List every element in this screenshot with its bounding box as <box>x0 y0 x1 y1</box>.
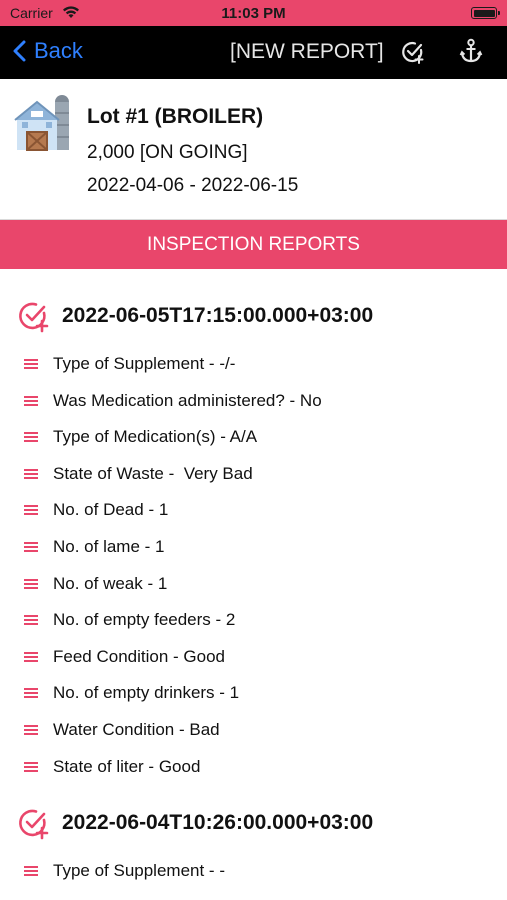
check-plus-icon <box>19 809 49 840</box>
list-icon <box>24 430 38 444</box>
section-title: INSPECTION REPORTS <box>147 233 360 255</box>
section-header: INSPECTION REPORTS <box>0 220 507 269</box>
list-icon <box>24 467 38 481</box>
check-plus-icon[interactable] <box>400 39 426 70</box>
list-item-label: Type of Supplement - -/- <box>53 354 236 373</box>
list-icon <box>24 650 38 664</box>
check-plus-icon <box>19 302 49 333</box>
clock: 11:03 PM <box>221 5 286 22</box>
list-icon <box>24 613 38 627</box>
list-icon <box>24 686 38 700</box>
list-icon <box>24 503 38 517</box>
report-header[interactable]: 2022-06-04T10:26:00.000+03:00 <box>16 806 373 840</box>
list-item-label: Was Medication administered? - No <box>53 391 322 410</box>
list-item-label: State of Waste - Very Bad <box>53 464 253 483</box>
list-item-label: No. of weak - 1 <box>53 574 168 593</box>
list-item-label: Water Condition - Bad <box>53 720 220 739</box>
list-item-label: No. of empty feeders - 2 <box>53 610 236 629</box>
list-item-label: No. of empty drinkers - 1 <box>53 683 240 702</box>
new-report-button[interactable]: [NEW REPORT] <box>230 40 384 64</box>
list-icon <box>24 357 38 371</box>
list-item: Type of Medication(s) - A/A <box>24 425 257 449</box>
battery-level <box>473 9 495 17</box>
back-label: Back <box>34 38 83 63</box>
list-item: Type of Supplement - -/- <box>24 352 235 376</box>
list-icon <box>24 577 38 591</box>
report-header[interactable]: 2022-06-05T17:15:00.000+03:00 <box>16 299 373 333</box>
list-item: Feed Condition - Good <box>24 645 225 669</box>
list-item: No. of lame - 1 <box>24 535 165 559</box>
list-icon <box>24 540 38 554</box>
lot-header: Lot #1 (BROILER) 2,000 [ON GOING] 2022-0… <box>0 79 507 220</box>
list-icon <box>24 864 38 878</box>
report-timestamp: 2022-06-04T10:26:00.000+03:00 <box>62 811 374 834</box>
lot-date-range: 2022-04-06 - 2022-06-15 <box>87 175 299 196</box>
list-icon <box>24 723 38 737</box>
list-item: No. of weak - 1 <box>24 572 167 596</box>
nav-bar: Back [NEW REPORT] <box>0 26 507 79</box>
report-timestamp: 2022-06-05T17:15:00.000+03:00 <box>62 304 374 327</box>
list-item: No. of empty drinkers - 1 <box>24 681 239 705</box>
list-item-label: Feed Condition - Good <box>53 647 225 666</box>
list-icon <box>24 394 38 408</box>
back-button[interactable]: Back <box>13 38 83 64</box>
list-item-label: No. of lame - 1 <box>53 537 165 556</box>
list-item-label: Type of Supplement - - <box>53 861 225 880</box>
chevron-left-icon <box>13 40 26 62</box>
list-item: Water Condition - Bad <box>24 718 220 742</box>
list-item: No. of Dead - 1 <box>24 498 168 522</box>
battery-icon <box>471 7 500 19</box>
list-item: State of liter - Good <box>24 755 200 779</box>
farm-barn-icon <box>13 92 75 159</box>
status-bar: Carrier 11:03 PM <box>0 0 507 26</box>
lot-count-status: 2,000 [ON GOING] <box>87 142 248 163</box>
lot-title: Lot #1 (BROILER) <box>87 105 264 128</box>
list-item-label: Type of Medication(s) - A/A <box>53 427 258 446</box>
list-icon <box>24 760 38 774</box>
list-item: Type of Supplement - - <box>24 859 225 883</box>
list-item: Was Medication administered? - No <box>24 389 322 413</box>
list-item: State of Waste - Very Bad <box>24 462 253 486</box>
list-item-label: State of liter - Good <box>53 757 201 776</box>
anchor-icon[interactable] <box>459 38 483 69</box>
list-item-label: No. of Dead - 1 <box>53 500 169 519</box>
list-item: No. of empty feeders - 2 <box>24 608 235 632</box>
